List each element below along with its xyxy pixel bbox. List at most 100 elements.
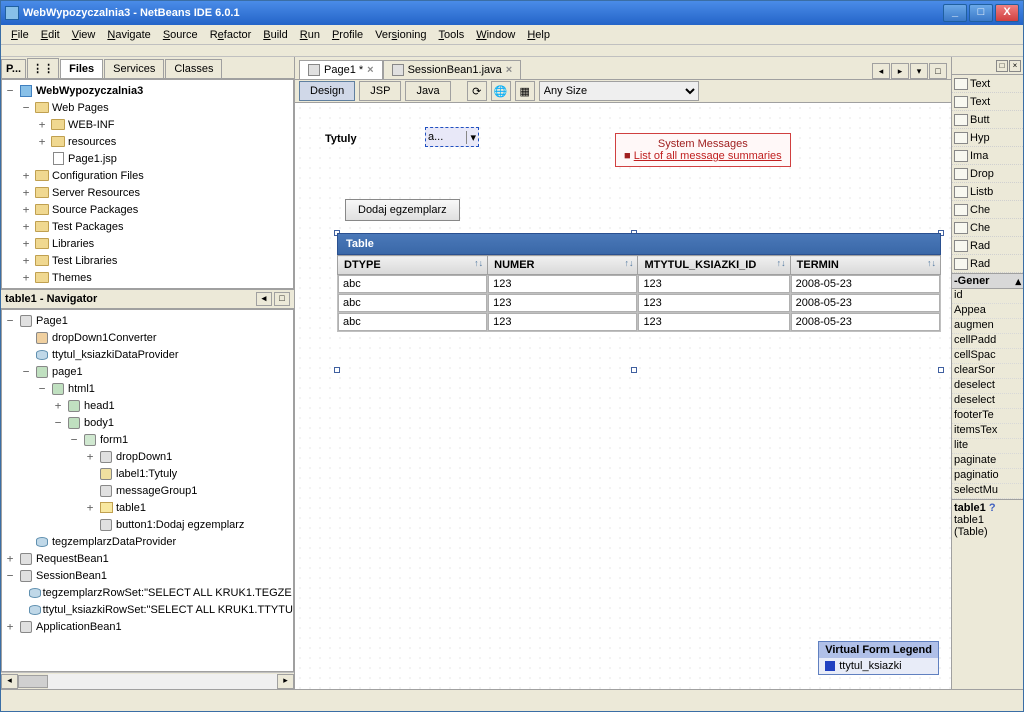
close-tab-icon[interactable]: × bbox=[506, 64, 512, 76]
close-button[interactable]: X bbox=[995, 4, 1019, 22]
tree-srcpkg[interactable]: +Source Packages bbox=[4, 201, 291, 218]
property-row[interactable]: augmen bbox=[952, 319, 1023, 334]
cell-input[interactable] bbox=[338, 294, 487, 312]
tree-webpages[interactable]: −Web Pages bbox=[4, 99, 291, 116]
nav-drop-icon[interactable]: ▾ bbox=[910, 63, 928, 79]
scroll-thumb[interactable] bbox=[18, 675, 48, 688]
col-termin[interactable]: TERMIN↑↓ bbox=[790, 256, 940, 275]
menu-view[interactable]: View bbox=[66, 27, 102, 43]
selection-handle[interactable] bbox=[631, 367, 637, 373]
tree-webinf[interactable]: +WEB-INF bbox=[4, 116, 291, 133]
nav-table1[interactable]: +table1 bbox=[4, 499, 291, 516]
tree-config[interactable]: +Configuration Files bbox=[4, 167, 291, 184]
property-row[interactable]: lite bbox=[952, 439, 1023, 454]
palette-item[interactable]: Drop bbox=[952, 165, 1023, 183]
view-java-button[interactable]: Java bbox=[405, 81, 450, 101]
cell-input[interactable] bbox=[791, 275, 940, 293]
property-row[interactable]: deselect bbox=[952, 394, 1023, 409]
left-scrollbar[interactable]: ◂ ▸ bbox=[1, 672, 294, 689]
sort-icon[interactable]: ↑↓ bbox=[927, 258, 936, 268]
menu-edit[interactable]: Edit bbox=[35, 27, 66, 43]
property-row[interactable]: itemsTex bbox=[952, 424, 1023, 439]
cell-input[interactable] bbox=[638, 275, 789, 293]
nav-page1c[interactable]: −page1 bbox=[4, 363, 291, 380]
property-row[interactable]: paginatio bbox=[952, 469, 1023, 484]
nav-ddconv[interactable]: dropDown1Converter bbox=[4, 329, 291, 346]
menu-file[interactable]: File bbox=[5, 27, 35, 43]
menu-window[interactable]: Window bbox=[470, 27, 521, 43]
nav-reqbean[interactable]: +RequestBean1 bbox=[4, 550, 291, 567]
col-mtytul[interactable]: MTYTUL_KSIAZKI_ID↑↓ bbox=[638, 256, 790, 275]
property-row[interactable]: paginate bbox=[952, 454, 1023, 469]
menu-help[interactable]: Help bbox=[521, 27, 556, 43]
nav-dropdown1[interactable]: +dropDown1 bbox=[4, 448, 291, 465]
selection-handle[interactable] bbox=[938, 367, 944, 373]
palette-item[interactable]: Che bbox=[952, 201, 1023, 219]
nav-fwd-icon[interactable]: ▸ bbox=[891, 63, 909, 79]
nav-tegzprov[interactable]: tegzemplarzDataProvider bbox=[4, 533, 291, 550]
close-tab-icon[interactable]: × bbox=[367, 64, 373, 76]
table1-component[interactable]: Table DTYPE↑↓ NUMER↑↓ MTYTUL_KSIAZKI_ID↑… bbox=[337, 233, 941, 332]
property-row[interactable]: cellSpac bbox=[952, 349, 1023, 364]
property-row[interactable]: Appea bbox=[952, 304, 1023, 319]
tab-services[interactable]: Services bbox=[104, 59, 164, 78]
nav-page1[interactable]: −Page1 bbox=[4, 312, 291, 329]
cell-input[interactable] bbox=[638, 313, 789, 331]
palette-item[interactable]: Listb bbox=[952, 183, 1023, 201]
nav-form1[interactable]: −form1 bbox=[4, 431, 291, 448]
menu-source[interactable]: Source bbox=[157, 27, 204, 43]
editor-tab-sessionbean[interactable]: SessionBean1.java× bbox=[383, 60, 522, 79]
tree-server[interactable]: +Server Resources bbox=[4, 184, 291, 201]
sort-icon[interactable]: ↑↓ bbox=[624, 258, 633, 268]
selection-handle[interactable] bbox=[334, 367, 340, 373]
tab-classes[interactable]: Classes bbox=[165, 59, 222, 78]
tab-dots[interactable]: ⋮⋮ bbox=[27, 58, 59, 78]
tab-files[interactable]: Files bbox=[60, 59, 103, 78]
palette-item[interactable]: Rad bbox=[952, 255, 1023, 273]
palette-item[interactable]: Ima bbox=[952, 147, 1023, 165]
property-row[interactable]: id bbox=[952, 289, 1023, 304]
view-jsp-button[interactable]: JSP bbox=[359, 81, 401, 101]
dropdown1-component[interactable]: a...▾ bbox=[425, 127, 479, 147]
cell-input[interactable] bbox=[488, 313, 637, 331]
property-row[interactable]: deselect bbox=[952, 379, 1023, 394]
nav-dataprov[interactable]: ttytul_ksiazkiDataProvider bbox=[4, 346, 291, 363]
refresh-icon[interactable]: ⟳ bbox=[467, 81, 487, 101]
palette-item[interactable]: Text bbox=[952, 93, 1023, 111]
menu-refactor[interactable]: Refactor bbox=[204, 27, 258, 43]
nav-label1[interactable]: label1:Tytuly bbox=[4, 465, 291, 482]
tree-testpkg[interactable]: +Test Packages bbox=[4, 218, 291, 235]
nav-pin-icon[interactable]: ◂ bbox=[256, 292, 272, 306]
preview-icon[interactable]: 🌐 bbox=[491, 81, 511, 101]
menu-build[interactable]: Build bbox=[257, 27, 293, 43]
col-dtype[interactable]: DTYPE↑↓ bbox=[338, 256, 488, 275]
nav-rowset2[interactable]: ttytul_ksiazkiRowSet:"SELECT ALL KRUK1.T… bbox=[4, 601, 291, 618]
nav-sessbean[interactable]: −SessionBean1 bbox=[4, 567, 291, 584]
dodaj-button[interactable]: Dodaj egzemplarz bbox=[345, 199, 460, 221]
menu-versioning[interactable]: Versioning bbox=[369, 27, 432, 43]
nav-button1[interactable]: button1:Dodaj egzemplarz bbox=[4, 516, 291, 533]
property-row[interactable]: selectMu bbox=[952, 484, 1023, 499]
nav-max-icon[interactable]: □ bbox=[929, 63, 947, 79]
align-icon[interactable]: ▦ bbox=[515, 81, 535, 101]
scroll-right-icon[interactable]: ▸ bbox=[277, 674, 294, 689]
properties-header[interactable]: - Gener ▴ bbox=[952, 273, 1023, 289]
editor-tab-page1[interactable]: Page1 *× bbox=[299, 60, 383, 79]
palette-item[interactable]: Text bbox=[952, 75, 1023, 93]
menu-profile[interactable]: Profile bbox=[326, 27, 369, 43]
tree-lib[interactable]: +Libraries bbox=[4, 235, 291, 252]
cell-input[interactable] bbox=[488, 275, 637, 293]
property-row[interactable]: clearSor bbox=[952, 364, 1023, 379]
nav-html1[interactable]: −html1 bbox=[4, 380, 291, 397]
property-row[interactable]: cellPadd bbox=[952, 334, 1023, 349]
palette-item[interactable]: Che bbox=[952, 219, 1023, 237]
palette-item[interactable]: Butt bbox=[952, 111, 1023, 129]
tree-themes[interactable]: +Themes bbox=[4, 269, 291, 286]
system-messages-box[interactable]: System Messages ■ List of all message su… bbox=[615, 133, 791, 167]
cell-input[interactable] bbox=[488, 294, 637, 312]
palette-item[interactable]: Hyp bbox=[952, 129, 1023, 147]
tree-testlib[interactable]: +Test Libraries bbox=[4, 252, 291, 269]
col-numer[interactable]: NUMER↑↓ bbox=[488, 256, 638, 275]
tab-projects[interactable]: P... bbox=[1, 59, 26, 78]
nav-body1[interactable]: −body1 bbox=[4, 414, 291, 431]
